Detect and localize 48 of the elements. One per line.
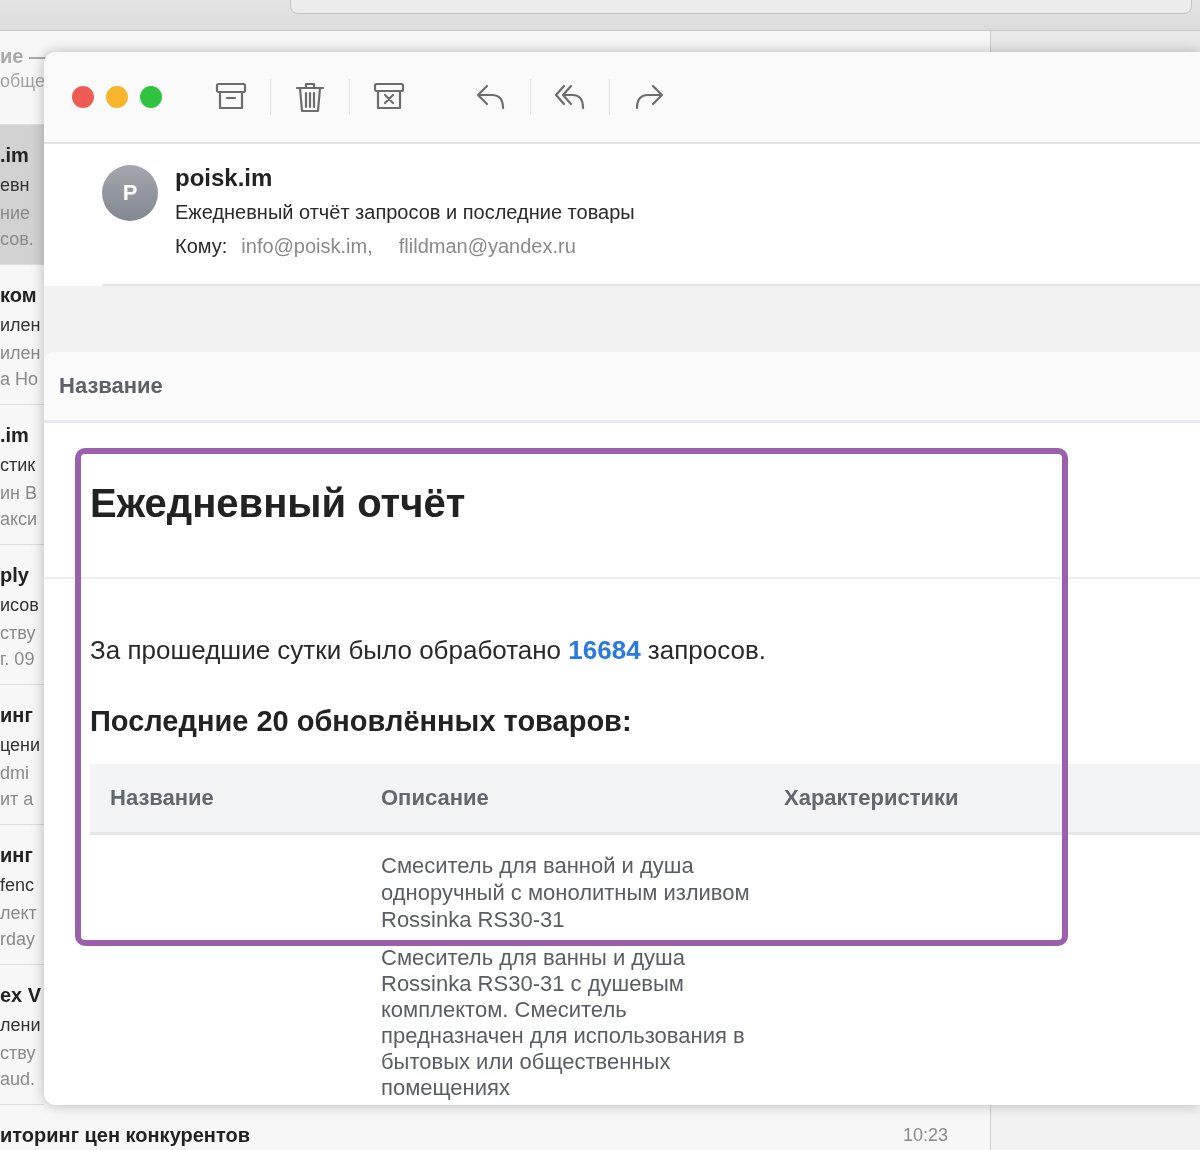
message-subject: Ежедневный отчёт запросов и последние товары — [175, 200, 635, 225]
mailbox-subtitle: обще — [0, 70, 44, 93]
column-header: Характеристики — [784, 785, 959, 811]
message-preview: сов. — [0, 229, 34, 249]
recipients-label: Кому: — [175, 234, 228, 259]
sender-name: poisk.im — [175, 163, 274, 193]
message-subject: илен — [0, 315, 41, 335]
message-preview: rday — [0, 929, 35, 949]
message-subject: лени — [0, 1015, 41, 1035]
message-preview: ству — [0, 1043, 36, 1063]
trash-icon — [294, 81, 326, 113]
message-sender: инг — [0, 843, 33, 868]
column-header: Описание — [381, 785, 489, 811]
message-sender: ex V — [0, 983, 42, 1008]
message-preview: а Но — [0, 369, 39, 389]
message-sender: ком — [0, 283, 37, 308]
message-preview: dmi — [0, 763, 29, 783]
column-header: Название — [110, 785, 214, 811]
column-header: Название — [59, 373, 163, 399]
message-preview: ние — [0, 203, 30, 223]
message-preview: ству — [0, 623, 36, 643]
report-summary: За прошедшие сутки было обработано 16684 запросов. — [90, 634, 767, 667]
message-preview: илен — [0, 343, 41, 363]
message-preview: г. 09 — [0, 649, 35, 669]
product-description: Смеситель для ванны и душа Rossinka RS30-31 с душевым комплектом. Смеситель предназначен для использования в бытовых или общественных помещениях — [381, 945, 746, 1101]
message-preview: ит а — [0, 789, 34, 809]
product-description: Смеситель для ванной и душа одноручный с монолитным изливом Rossinka RS30-31 — [381, 852, 751, 933]
message-sender: инг — [0, 703, 33, 728]
message-subject: евн — [0, 175, 30, 195]
recipient-address[interactable]: info@poisk.im, — [241, 230, 373, 262]
message-time: 10:23 — [902, 1124, 948, 1147]
message-sender: ply — [0, 563, 29, 588]
message-subject: стик — [0, 455, 36, 475]
sender-avatar: P — [102, 165, 158, 221]
message-subject: исов — [0, 595, 39, 615]
message-subject: fenc — [0, 875, 35, 895]
message-preview: лект — [0, 903, 37, 923]
message-sender: .im — [0, 143, 29, 168]
message-preview: акси — [0, 509, 38, 529]
message-preview: aud. — [0, 1069, 36, 1089]
message-subject: цени — [0, 735, 41, 755]
message-sender: иторинг цен конкурентов — [0, 1123, 250, 1148]
products-heading: Последние 20 обновлённых товаров: — [90, 704, 633, 739]
message-item[interactable]: .im евн ние сов. — [0, 125, 44, 265]
message-sender: .im — [0, 423, 29, 448]
report-title: Ежедневный отчёт — [90, 480, 467, 527]
close-button[interactable] — [72, 86, 94, 108]
message-preview: ин В — [0, 483, 37, 503]
